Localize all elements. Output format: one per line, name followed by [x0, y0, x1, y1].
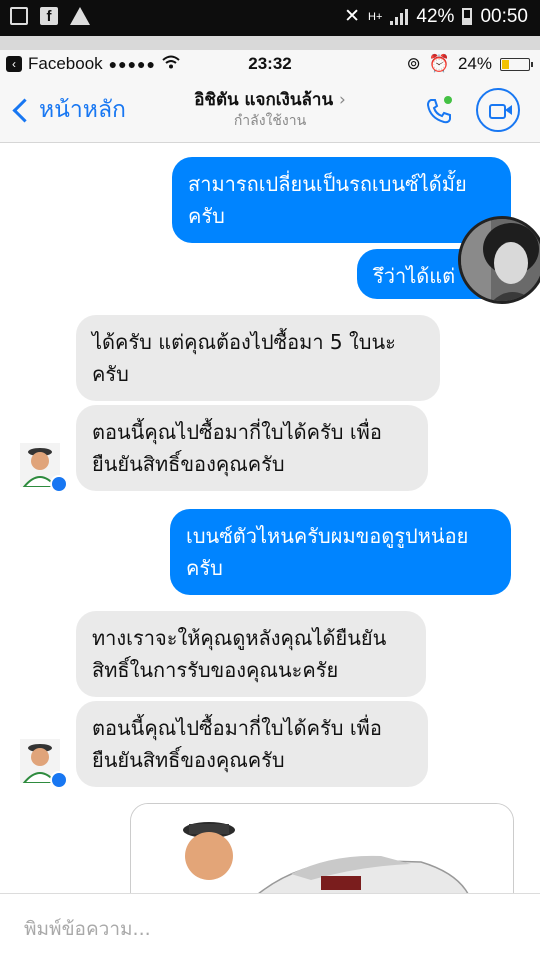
contact-status: กำลังใช้งาน: [233, 113, 307, 129]
message-composer[interactable]: พิมพ์ข้อความ...: [0, 893, 540, 961]
wifi-icon: [162, 54, 180, 74]
messenger-badge-icon: [50, 771, 68, 789]
woman-avatar-icon: [461, 219, 540, 301]
messenger-badge-icon: [50, 475, 68, 493]
battery-icon: [462, 8, 473, 25]
android-status-bar: f ✕ H+ 42% 00:50: [0, 0, 540, 36]
message-bubble[interactable]: สามารถเปลี่ยนเป็นรถเบนซ์ได้มั้ยครับ: [172, 157, 511, 243]
message-bubble[interactable]: ทางเราจะให้คุณดูหลังคุณได้ยืนยันสิทธิ์ใน…: [76, 611, 426, 697]
divider: [0, 36, 540, 50]
message-bubble[interactable]: ตอนนี้คุณไปซื้อมากี่ใบได้ครับ เพื่อยืนยั…: [76, 405, 428, 491]
back-to-app-label[interactable]: Facebook: [28, 54, 103, 74]
ios-status-bar: ‹ Facebook ●●●●● 23:32 ⊚ ⏰ 24%: [0, 50, 540, 78]
chat-head-avatar[interactable]: [458, 216, 540, 304]
lock-rotation-icon: ⊚: [406, 54, 421, 73]
warning-icon: [70, 7, 90, 25]
clock: 00:50: [480, 5, 528, 27]
online-indicator: [444, 96, 452, 104]
contact-avatar[interactable]: [20, 739, 68, 789]
ios-battery-percent: 24%: [457, 54, 492, 73]
gallery-icon: [10, 7, 28, 25]
message-bubble[interactable]: ตอนนี้คุณไปซื้อมากี่ใบได้ครับ เพื่อยืนยั…: [76, 701, 428, 787]
battery-percent: 42%: [416, 5, 455, 27]
message-bubble[interactable]: ได้ครับ แต่คุณต้องไปซื้อมา 5 ใบนะครับ: [76, 315, 440, 401]
contact-name[interactable]: อิชิตัน แจกเงินล้าน ›: [0, 86, 540, 113]
signal-icon: [390, 8, 409, 25]
message-bubble[interactable]: เบนซ์ตัวไหนครับผมขอดูรูปหน่อยครับ: [170, 509, 511, 595]
chevron-right-icon: ›: [338, 90, 346, 110]
mute-icon: ✕: [344, 6, 361, 27]
signal-dots: ●●●●●: [108, 56, 156, 72]
conversation-header: หน้าหลัก อิชิตัน แจกเงินล้าน › กำลังใช้ง…: [0, 78, 540, 143]
alarm-icon: ⏰: [428, 54, 450, 73]
contact-avatar[interactable]: [20, 443, 68, 493]
network-type: H+: [368, 10, 383, 23]
back-to-app-icon[interactable]: ‹: [6, 56, 22, 72]
message-input[interactable]: พิมพ์ข้อความ...: [24, 914, 151, 944]
facebook-notification-icon: f: [40, 7, 58, 25]
video-call-button[interactable]: [476, 88, 520, 132]
ios-battery-icon: [500, 57, 533, 71]
